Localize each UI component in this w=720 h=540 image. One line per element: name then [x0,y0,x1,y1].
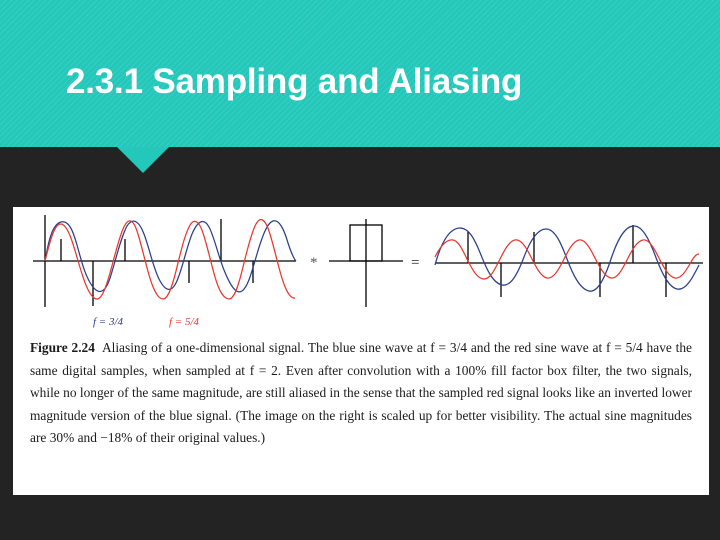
slide-canvas: 2.3.1 Sampling and Aliasing f = 3/4 f = … [0,0,720,540]
title-band-notch-icon [117,147,169,173]
left-plot-red-sine [44,218,296,300]
page-title: 2.3.1 Sampling and Aliasing [66,62,523,101]
figure-graphic: f = 3/4 f = 5/4 * = [33,215,703,328]
left-plot-blue-sine [44,220,297,293]
left-plot-blue-label: f = 3/4 [93,316,124,328]
right-plot-sample-bars [467,225,667,297]
equals-operator-symbol: = [411,255,419,271]
left-plot-red-label: f = 5/4 [169,316,200,328]
figure-caption-text: Aliasing of a one-dimensional signal. Th… [30,340,693,445]
left-signal-plot: f = 3/4 f = 5/4 [33,215,297,328]
figure-caption-label: Figure 2.24 [30,340,95,355]
figure-caption: Figure 2.24 Aliasing of a one-dimensional… [30,337,692,450]
right-convolved-plot [434,225,703,297]
figure-panel: f = 3/4 f = 5/4 * = Figure 2.24 Aliasing… [13,207,709,495]
box-filter-kernel [329,219,403,307]
convolution-operator-symbol: * [310,255,318,271]
